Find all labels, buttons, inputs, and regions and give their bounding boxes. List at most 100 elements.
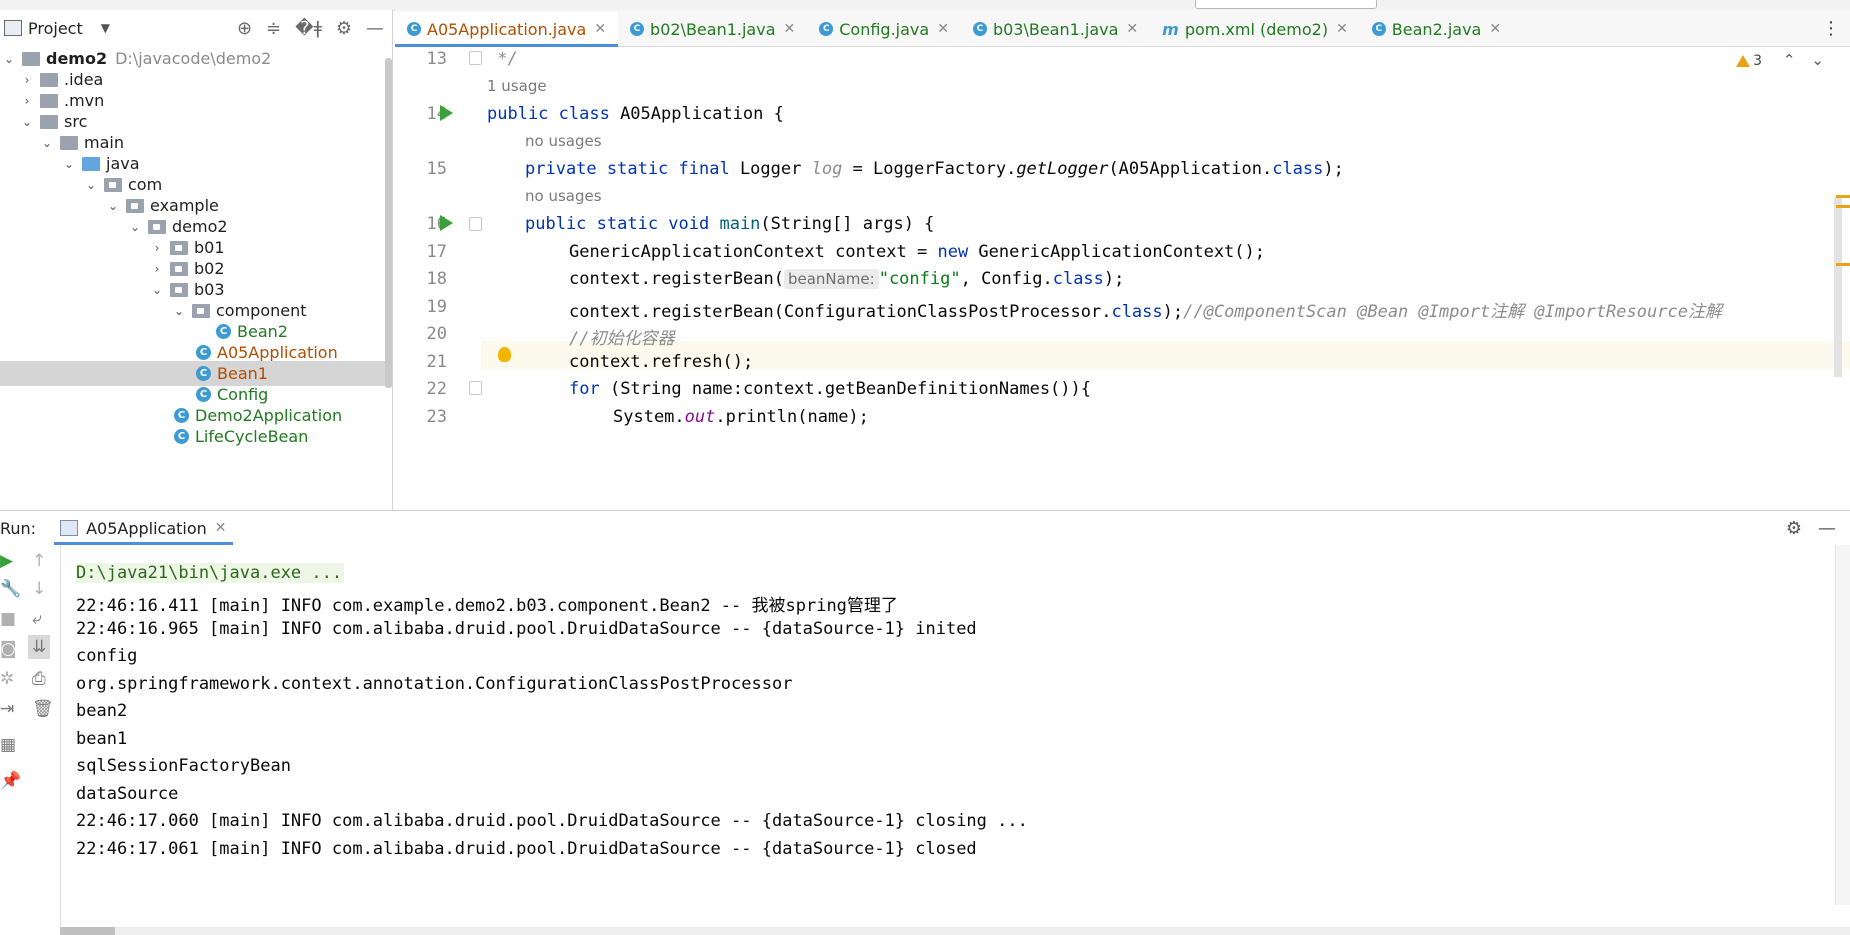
project-view-icon [4, 20, 22, 36]
minimize-icon[interactable]: — [1818, 518, 1836, 539]
stop-icon[interactable]: ■ [0, 609, 16, 629]
tab-label: A05Application.java [427, 19, 587, 39]
close-icon[interactable]: ✕ [1126, 21, 1138, 37]
run-header-tools: ⚙ — [1786, 518, 1836, 539]
soft-wrap-icon[interactable]: ⤶ [32, 609, 42, 629]
close-icon[interactable]: ✕ [784, 21, 796, 37]
line-number: 23 [426, 407, 447, 427]
console-output[interactable]: D:\java21\bin\java.exe ... 22:46:16.411 … [76, 545, 1816, 905]
more-tabs-icon[interactable]: ⋮ [1822, 18, 1840, 39]
chevron-down-icon[interactable]: ⌄ [172, 304, 186, 318]
tab-bean2[interactable]: C Bean2.java ✕ [1360, 12, 1513, 46]
usage-hint[interactable]: 1 usage [487, 77, 547, 95]
expand-all-icon[interactable]: ≑ [266, 18, 281, 39]
chevron-down-icon[interactable]: ⌄ [128, 220, 142, 234]
tab-pom-xml[interactable]: m pom.xml (demo2) ✕ [1150, 12, 1360, 46]
run-config-icon [60, 520, 79, 536]
package-icon [148, 219, 166, 234]
chevron-down-icon[interactable]: ⌄ [84, 178, 98, 192]
chevron-down-icon[interactable]: ⌄ [62, 157, 76, 171]
error-stripe-mark[interactable] [1836, 205, 1850, 208]
code-line-22: for (String name:context.getBeanDefiniti… [569, 379, 1091, 399]
usage-hint[interactable]: no usages [525, 132, 602, 150]
console-scrollbar[interactable] [1835, 545, 1850, 905]
run-label: Run: [0, 518, 37, 538]
code-editor[interactable]: 13 14 15 16 17 18 19 20 21 22 23 */ 1 us… [395, 47, 1850, 509]
chevron-up-icon[interactable]: ⌃ [1783, 51, 1812, 69]
trash-icon[interactable]: 🗑 [32, 699, 54, 719]
usage-hint[interactable]: no usages [525, 187, 602, 205]
tree-item-label: component [216, 301, 307, 320]
tab-config[interactable]: C Config.java ✕ [807, 12, 961, 46]
chevron-down-icon[interactable]: ⌄ [150, 283, 164, 297]
error-stripe-mark[interactable] [1836, 263, 1850, 266]
console-line: 22:46:17.061 [main] INFO com.alibaba.dru… [76, 839, 977, 859]
code-text: context.registerBean(ConfigurationClassP… [569, 302, 1112, 322]
gear-icon[interactable]: ⚙ [336, 18, 352, 39]
pin-icon[interactable]: 📌 [0, 771, 21, 791]
error-stripe-mark[interactable] [1836, 195, 1850, 198]
chevron-right-icon[interactable]: › [150, 262, 164, 276]
chevron-down-icon[interactable]: ⌄ [106, 199, 120, 213]
lightbulb-icon[interactable] [498, 347, 511, 362]
search-field-edge[interactable] [1195, 0, 1377, 9]
module-folder-icon [22, 51, 40, 66]
scroll-to-end-icon[interactable]: ⇊ [28, 635, 51, 659]
warnings-indicator[interactable]: 3 [1736, 53, 1762, 69]
run-tab-a05application[interactable]: A05Application ✕ [54, 511, 233, 545]
arrow-up-icon[interactable]: ↑ [32, 551, 46, 571]
print-icon[interactable]: ⎙ [32, 669, 46, 689]
settings-cog-icon[interactable]: ✲ [0, 669, 14, 689]
tab-a05application[interactable]: C A05Application.java ✕ [395, 12, 619, 47]
code-text: context.refresh(); [569, 352, 754, 372]
close-icon[interactable]: ✕ [1336, 21, 1348, 37]
code-text: = LoggerFactory. [842, 159, 1017, 179]
chevron-down-icon[interactable]: ⌄ [1811, 51, 1840, 69]
rerun-icon[interactable]: ▶ [0, 551, 13, 571]
tree-item-lifecyclebean[interactable]: C LifeCycleBean [0, 424, 392, 449]
arrow-down-icon[interactable]: ↓ [32, 579, 46, 599]
gear-icon[interactable]: ⚙ [1786, 518, 1802, 539]
tree-item-label: b03 [194, 280, 225, 299]
chevron-down-icon[interactable]: ⌄ [40, 136, 54, 150]
camera-icon[interactable]: ◙ [0, 639, 17, 659]
line-number: 19 [426, 297, 447, 317]
login-icon[interactable]: ⇥ [0, 699, 14, 719]
wrench-icon[interactable]: 🔧 [0, 579, 21, 599]
project-title[interactable]: Project [28, 19, 83, 38]
project-scrollbar[interactable] [385, 58, 392, 388]
chevron-right-icon[interactable]: › [150, 241, 164, 255]
console-line: sqlSessionFactoryBean [76, 756, 291, 776]
close-icon[interactable]: ✕ [594, 21, 606, 37]
tab-b03-bean1[interactable]: Cb03\Bean1.java ✕ [961, 12, 1150, 46]
tab-b02-bean1[interactable]: Cb02\Bean1.java ✕ [618, 12, 807, 46]
locate-icon[interactable]: ⊕ [237, 18, 252, 39]
code-text: GenericApplicationContext(); [968, 242, 1265, 262]
code-keyword: class [1272, 159, 1324, 179]
code-text: Logger [739, 159, 812, 179]
run-main-icon[interactable] [440, 215, 453, 231]
console-line[interactable]: D:\java21\bin\java.exe ... [76, 563, 345, 583]
close-icon[interactable]: ✕ [215, 520, 227, 536]
code-text: context.registerBean( [569, 269, 784, 289]
collapse-all-icon[interactable]: �ǂ [295, 18, 322, 39]
chevron-down-icon[interactable]: ⌄ [2, 52, 16, 66]
editor-scrollbar[interactable] [1834, 197, 1842, 377]
fold-marker-icon[interactable] [469, 51, 482, 65]
run-panel: Run: A05Application ✕ ⚙ — ▶ ↑ 🔧 ↓ ■ ⤶ ◙ ⇊ … [0, 510, 1850, 935]
tree-item-label: java [106, 154, 140, 173]
close-icon[interactable]: ✕ [1489, 21, 1501, 37]
close-icon[interactable]: ✕ [937, 21, 949, 37]
chevron-right-icon[interactable]: › [20, 94, 34, 108]
chevron-right-icon[interactable]: › [20, 73, 34, 87]
tree-item-label: demo2 [46, 49, 108, 68]
layout-icon[interactable]: ▦ [0, 735, 16, 755]
class-icon: C [630, 22, 645, 36]
fold-marker-icon[interactable] [469, 217, 482, 231]
package-icon [126, 198, 144, 213]
run-class-icon[interactable] [440, 105, 453, 121]
chevron-down-icon[interactable]: ⌄ [20, 115, 34, 129]
fold-marker-icon[interactable] [469, 381, 482, 395]
minimize-icon[interactable]: — [366, 18, 384, 39]
chevron-down-icon[interactable]: ▼ [101, 21, 110, 35]
